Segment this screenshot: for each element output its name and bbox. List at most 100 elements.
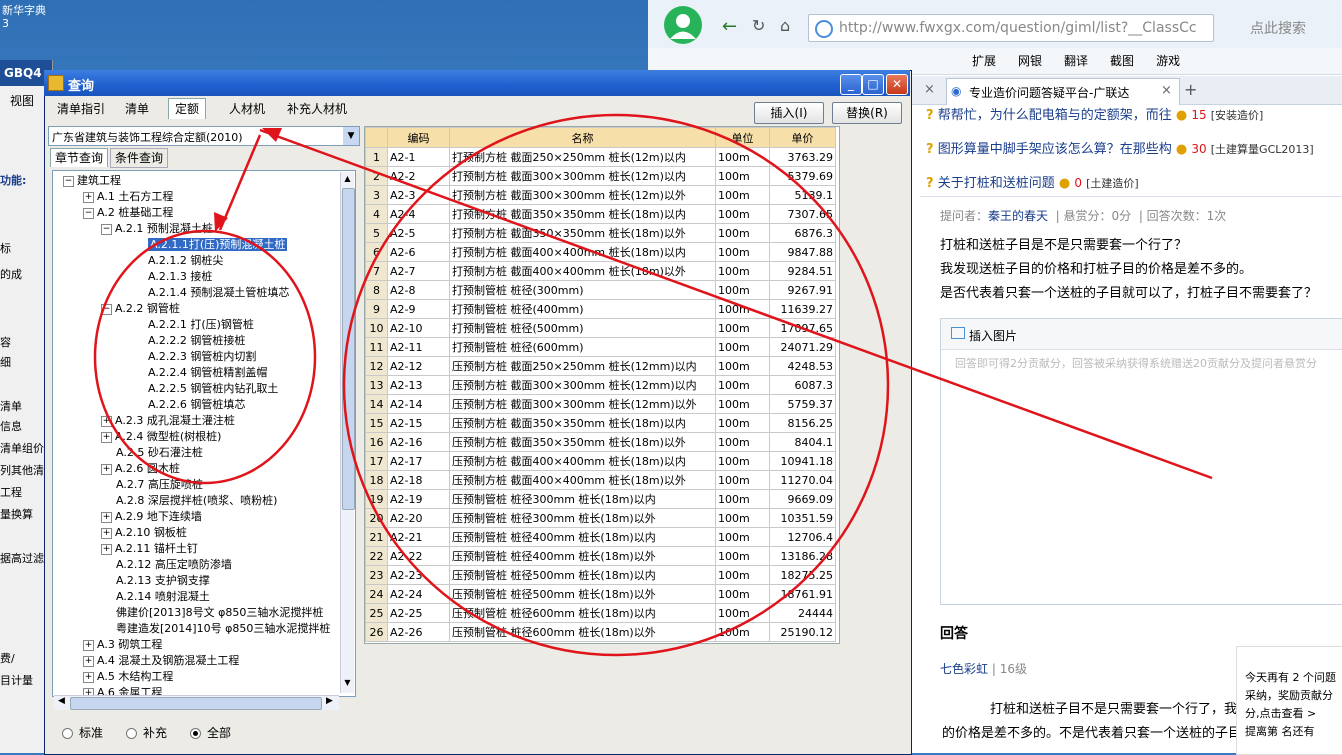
- expand-icon[interactable]: +: [101, 527, 112, 539]
- favorite-item[interactable]: 网银: [1018, 54, 1042, 68]
- expand-icon[interactable]: +: [101, 415, 112, 427]
- column-header[interactable]: 单价: [769, 127, 836, 148]
- asker-link[interactable]: 秦王的春天: [988, 209, 1048, 223]
- tree-node[interactable]: A.2.1.4 预制混凝土管桩填芯: [133, 285, 289, 301]
- tree-node[interactable]: A.2.12 高压定喷防渗墙: [101, 557, 232, 573]
- expand-icon[interactable]: +: [101, 463, 112, 475]
- hscroll-thumb[interactable]: [70, 697, 322, 710]
- table-row[interactable]: 4 A2-4 打预制方桩 截面350×350mm 桩长(18m)以内 100m 7307…: [365, 204, 836, 224]
- favorite-item[interactable]: 扩展: [972, 54, 996, 68]
- tree-node[interactable]: A.2.7 高压旋喷桩: [101, 477, 203, 493]
- collapse-icon[interactable]: −: [63, 175, 74, 187]
- bg-sidebar-item[interactable]: 标: [0, 240, 48, 256]
- table-row[interactable]: 13 A2-13 压预制方桩 截面300×300mm 桩长(12mm)以内 100m 6…: [365, 375, 836, 395]
- table-row[interactable]: 3 A2-3 打预制方桩 截面300×300mm 桩长(12m)以外 100m 5139…: [365, 185, 836, 205]
- close-prev-tab-icon[interactable]: ×: [924, 82, 935, 97]
- table-row[interactable]: 12 A2-12 压预制方桩 截面250×250mm 桩长(12mm)以内 100m 4…: [365, 356, 836, 376]
- table-row[interactable]: 22 A2-22 压预制管桩 桩径400mm 桩长(18m)以外 100m 13186.…: [365, 546, 836, 566]
- tab-condition-query[interactable]: 条件查询: [110, 148, 169, 168]
- tree-node[interactable]: A.2.2.4 钢管桩精割盖帽: [133, 365, 267, 381]
- new-tab-button[interactable]: +: [1184, 80, 1197, 99]
- tree-node[interactable]: + A.1 土石方工程: [83, 189, 173, 205]
- scroll-left-icon[interactable]: ◀: [58, 696, 65, 706]
- expand-icon[interactable]: +: [101, 543, 112, 555]
- dialog-tab[interactable]: 人材机: [222, 98, 272, 120]
- tree-node[interactable]: 佛建价[2013]8号文 φ850三轴水泥搅拌桩: [101, 605, 323, 621]
- favorite-item[interactable]: 游戏: [1156, 54, 1180, 68]
- tree-node[interactable]: + A.3 砌筑工程: [83, 637, 162, 653]
- tree-node[interactable]: A.2.14 喷射混凝土: [101, 589, 210, 605]
- radio-icon[interactable]: [126, 728, 137, 739]
- tree-node[interactable]: − A.2.2 钢管桩: [101, 301, 180, 317]
- dialog-tab[interactable]: 清单: [118, 98, 156, 120]
- tree-node[interactable]: + A.5 木结构工程: [83, 669, 173, 685]
- bg-sidebar-item[interactable]: 列其他清: [0, 462, 48, 478]
- table-row[interactable]: 21 A2-21 压预制管桩 桩径400mm 桩长(18m)以内 100m 12706.…: [365, 527, 836, 547]
- table-row[interactable]: 25 A2-25 压预制管桩 桩径600mm 桩长(18m)以内 100m 24444: [365, 603, 836, 623]
- tree-node[interactable]: + A.2.6 圆木桩: [101, 461, 180, 477]
- chevron-down-icon[interactable]: ▼: [343, 127, 359, 145]
- tree-node[interactable]: + A.2.4 微型桩(树根桩): [101, 429, 221, 445]
- bg-tab-label[interactable]: 费/: [0, 650, 15, 666]
- column-header[interactable]: 编码: [387, 127, 450, 148]
- bg-sidebar-item[interactable]: 清单组价: [0, 440, 48, 456]
- column-header[interactable]: 名称: [449, 127, 716, 148]
- question-link[interactable]: ? 关于打桩和送桩问题 ● 0 [土建造价]: [926, 172, 1139, 191]
- dialog-tab[interactable]: 补充人材机: [280, 98, 354, 120]
- table-row[interactable]: 9 A2-9 打预制管桩 桩径(400mm) 100m 11639.27: [365, 299, 836, 319]
- tree-node[interactable]: + A.4 混凝土及钢筋混凝土工程: [83, 653, 239, 669]
- tab-chapter-query[interactable]: 章节查询: [50, 148, 109, 167]
- table-row[interactable]: 15 A2-15 压预制方桩 截面350×350mm 桩长(18m)以内 100m 81…: [365, 413, 836, 433]
- scroll-thumb[interactable]: [342, 188, 355, 510]
- notice-line[interactable]: 分,点击查看 >: [1245, 705, 1316, 721]
- user-avatar[interactable]: [664, 6, 702, 44]
- dialog-tab[interactable]: 定额: [168, 98, 207, 119]
- replace-button[interactable]: 替换(R): [832, 102, 902, 124]
- filter-radio[interactable]: 标准: [62, 724, 103, 741]
- bg-menu-view[interactable]: 视图: [10, 92, 34, 109]
- collapse-icon[interactable]: −: [83, 207, 94, 219]
- bg-sidebar-item[interactable]: 细: [0, 354, 48, 370]
- table-row[interactable]: 23 A2-23 压预制管桩 桩径500mm 桩长(18m)以内 100m 18275.…: [365, 565, 836, 585]
- table-row[interactable]: 24 A2-24 压预制管桩 桩径500mm 桩长(18m)以外 100m 18761.…: [365, 584, 836, 604]
- tree-node[interactable]: A.2.5 砂石灌注桩: [101, 445, 203, 461]
- table-row[interactable]: 1 A2-1 打预制方桩 截面250×250mm 桩长(12m)以内 100m 3763…: [365, 147, 836, 167]
- table-row[interactable]: 8 A2-8 打预制管桩 桩径(300mm) 100m 9267.91: [365, 280, 836, 300]
- insert-image-button[interactable]: 插入图片: [969, 327, 1017, 344]
- table-row[interactable]: 16 A2-16 压预制方桩 截面350×350mm 桩长(18m)以外 100m 84…: [365, 432, 836, 452]
- favorite-item[interactable]: 截图: [1110, 54, 1134, 68]
- tree-node[interactable]: A.2.1.1打(压)预制混凝土桩: [133, 237, 288, 253]
- bg-sidebar-item[interactable]: 工程: [0, 484, 48, 500]
- bg-sidebar-item[interactable]: 的成: [0, 266, 48, 282]
- minimize-button[interactable]: _: [840, 74, 862, 95]
- table-row[interactable]: 6 A2-6 打预制方桩 截面400×400mm 桩长(18m)以内 100m 9847…: [365, 242, 836, 262]
- quota-library-select[interactable]: 广东省建筑与装饰工程综合定额(2010) ▼: [48, 126, 360, 146]
- tree-horizontal-scrollbar[interactable]: ◀ ▶: [54, 695, 339, 710]
- table-row[interactable]: 19 A2-19 压预制管桩 桩径300mm 桩长(18m)以内 100m 9669.0…: [365, 489, 836, 509]
- bg-sidebar-item[interactable]: 容: [0, 334, 48, 350]
- back-icon[interactable]: ←: [722, 16, 737, 37]
- address-bar[interactable]: http://www.fwxgx.com/question/giml/list?…: [808, 14, 1214, 42]
- tree-node[interactable]: − 建筑工程: [63, 173, 121, 189]
- question-link[interactable]: ? 帮帮忙，为什么配电箱与的定额架，而往 ● 15 [安装造价]: [926, 104, 1263, 123]
- maximize-button[interactable]: □: [862, 74, 884, 95]
- table-row[interactable]: 7 A2-7 打预制方桩 截面400×400mm 桩长(18m)以外 100m 9284…: [365, 261, 836, 281]
- expand-icon[interactable]: +: [83, 671, 94, 683]
- tree-node[interactable]: A.2.8 深层搅拌桩(喷浆、喷粉桩): [101, 493, 277, 509]
- refresh-icon[interactable]: ↻: [752, 16, 765, 35]
- table-row[interactable]: 10 A2-10 打预制管桩 桩径(500mm) 100m 17097.65: [365, 318, 836, 338]
- home-icon[interactable]: ⌂: [780, 16, 790, 35]
- tree-node[interactable]: − A.2.1 预制混凝土桩: [101, 221, 213, 237]
- scroll-right-icon[interactable]: ▶: [326, 696, 333, 706]
- table-row[interactable]: 2 A2-2 打预制方桩 截面300×300mm 桩长(12m)以内 100m 5379…: [365, 166, 836, 186]
- collapse-icon[interactable]: −: [101, 303, 112, 315]
- insert-button[interactable]: 插入(I): [754, 102, 824, 124]
- tree-node[interactable]: A.2.13 支护钢支撑: [101, 573, 210, 589]
- answer-editor[interactable]: 插入图片 回答即可得2分贡献分，回答被采纳获得系统赠送20贡献分及提问者悬赏分: [940, 318, 1342, 605]
- bg-sidebar-item[interactable]: 清单: [0, 398, 48, 414]
- tree-node[interactable]: A.2.1.2 钢桩尖: [133, 253, 223, 269]
- scroll-up-icon[interactable]: ▲: [342, 174, 353, 185]
- bg-sidebar-item[interactable]: 功能:: [0, 172, 48, 188]
- expand-icon[interactable]: +: [101, 511, 112, 523]
- scroll-down-icon[interactable]: ▼: [342, 678, 353, 689]
